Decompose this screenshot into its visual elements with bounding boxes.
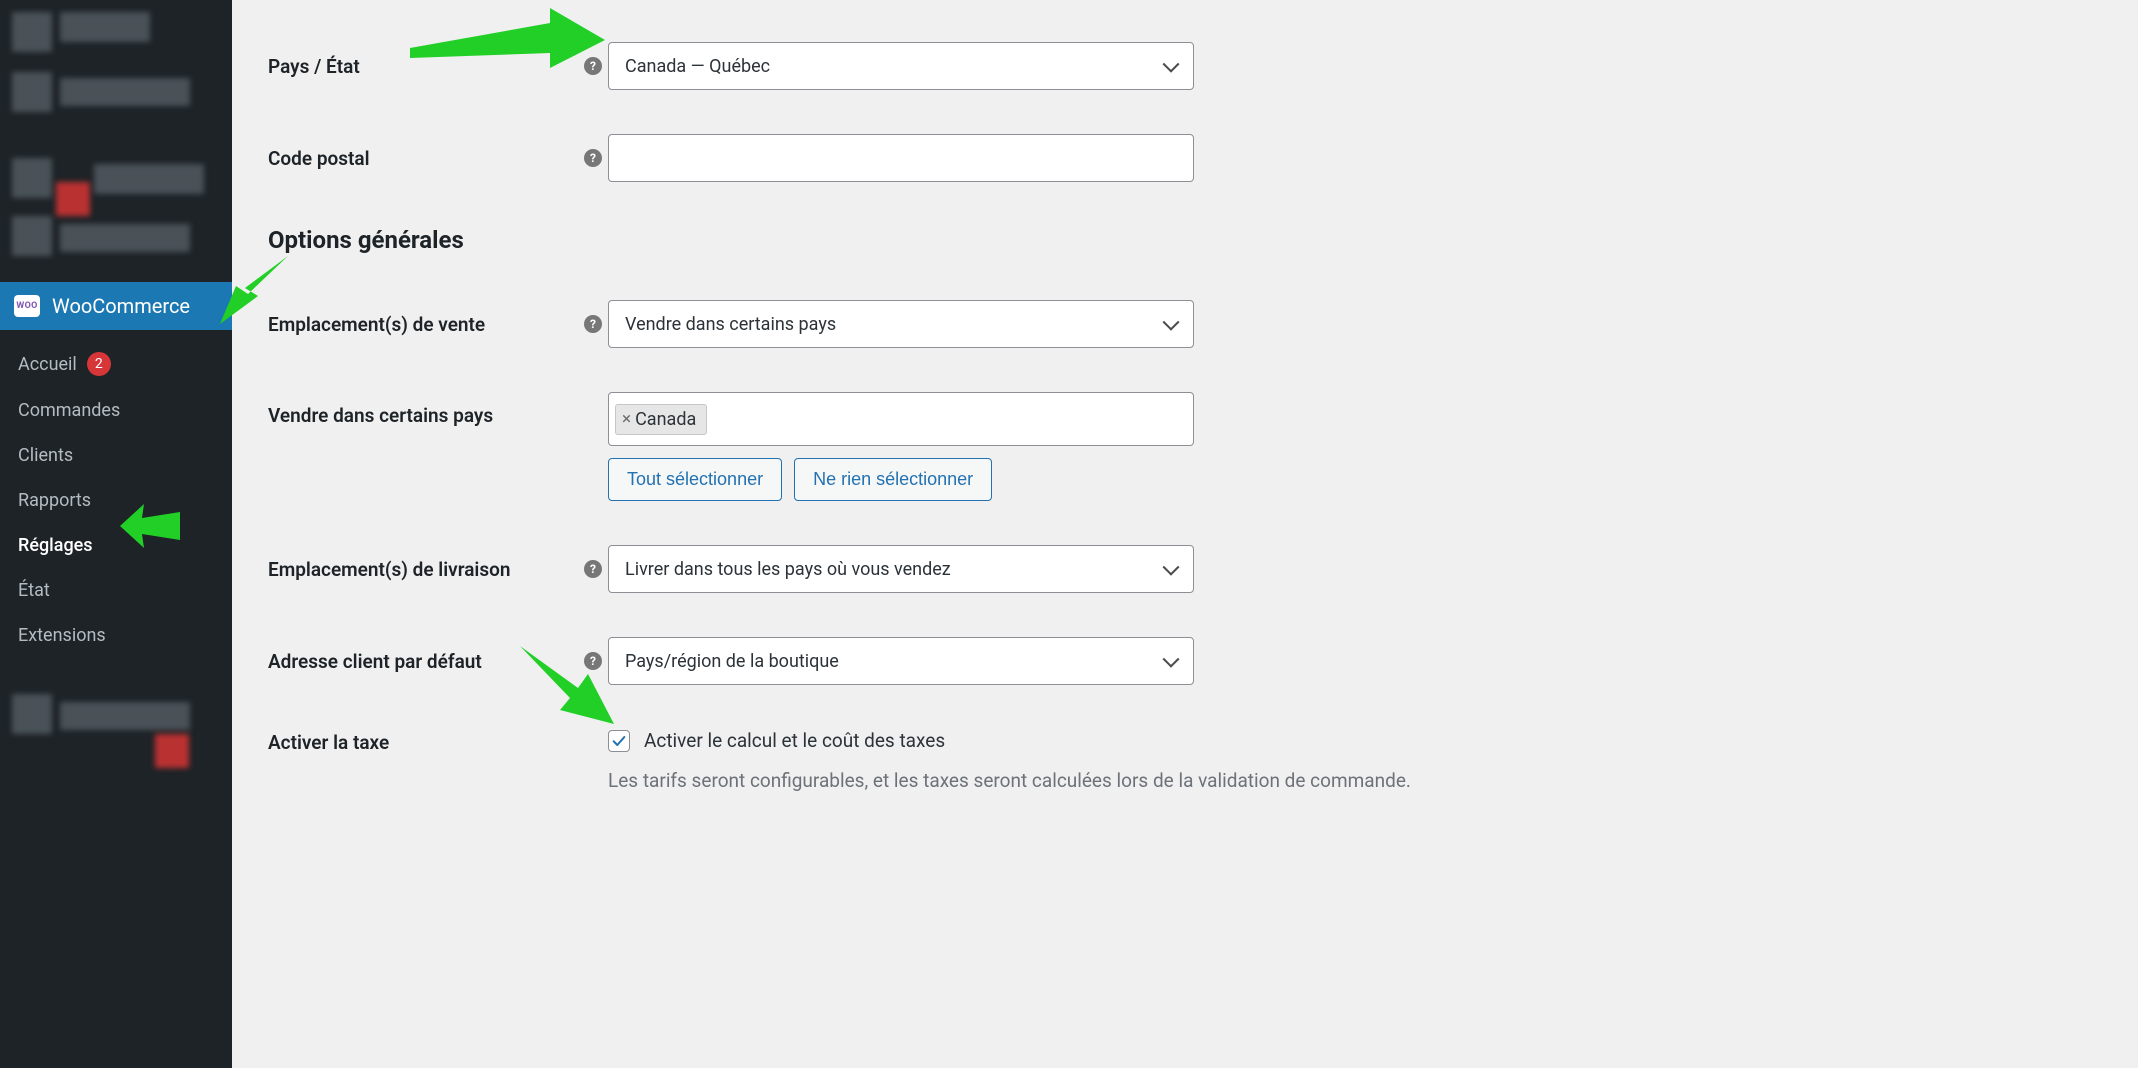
submenu-item-extensions[interactable]: Extensions — [0, 613, 232, 658]
ship-locations-label: Emplacement(s) de livraison — [268, 558, 578, 581]
row-postal-code: Code postal ? — [268, 134, 2118, 182]
country-state-value: Canada — Québec — [625, 56, 770, 77]
country-chip: × Canada — [615, 404, 707, 435]
sidebar-pixelated-bottom — [0, 672, 232, 802]
remove-chip-icon[interactable]: × — [622, 409, 631, 429]
row-enable-tax: Activer la taxe Activer le calcul et le … — [268, 729, 2118, 795]
chip-label: Canada — [635, 409, 696, 430]
row-sell-countries: Vendre dans certains pays × Canada Tout … — [268, 392, 2118, 501]
sidebar-pixelated-top — [0, 0, 232, 282]
row-country-state: Pays / État ? Canada — Québec — [268, 42, 2118, 90]
row-default-address: Adresse client par défaut ? Pays/région … — [268, 637, 2118, 685]
select-none-button[interactable]: Ne rien sélectionner — [794, 458, 992, 501]
sidebar-woocommerce-label: WooCommerce — [52, 294, 190, 318]
help-icon[interactable]: ? — [584, 315, 602, 333]
enable-tax-description: Les tarifs seront configurables, et les … — [608, 766, 1528, 795]
enable-tax-checkbox[interactable] — [608, 730, 630, 752]
submenu-label: Accueil — [18, 354, 77, 375]
enable-tax-label: Activer la taxe — [268, 729, 578, 754]
country-state-label: Pays / État — [268, 55, 578, 78]
check-icon — [611, 733, 627, 749]
section-general-options: Options générales — [268, 226, 2118, 254]
submenu-label: Extensions — [18, 625, 106, 646]
woocommerce-logo-badge: WOO — [14, 295, 40, 317]
default-address-label: Adresse client par défaut — [268, 650, 578, 673]
settings-content: Pays / État ? Canada — Québec Code posta… — [232, 0, 2138, 1068]
sell-locations-select[interactable]: Vendre dans certains pays — [608, 300, 1194, 348]
submenu-item-commandes[interactable]: Commandes — [0, 388, 232, 433]
postal-code-input[interactable] — [608, 134, 1194, 182]
submenu-label: Clients — [18, 445, 73, 466]
admin-sidebar: WOO WooCommerce Accueil 2 Commandes Clie… — [0, 0, 232, 1068]
enable-tax-checkbox-label: Activer le calcul et le coût des taxes — [644, 729, 945, 752]
count-badge: 2 — [87, 352, 111, 376]
submenu-item-reglages[interactable]: Réglages — [0, 523, 232, 568]
help-icon[interactable]: ? — [584, 652, 602, 670]
help-icon[interactable]: ? — [584, 560, 602, 578]
sell-countries-multiselect[interactable]: × Canada — [608, 392, 1194, 446]
submenu-label: État — [18, 580, 50, 601]
woocommerce-submenu: Accueil 2 Commandes Clients Rapports Rég… — [0, 330, 232, 672]
sell-locations-label: Emplacement(s) de vente — [268, 313, 578, 336]
default-address-value: Pays/région de la boutique — [625, 651, 839, 672]
ship-locations-select[interactable]: Livrer dans tous les pays où vous vendez — [608, 545, 1194, 593]
help-icon[interactable]: ? — [584, 57, 602, 75]
submenu-label: Rapports — [18, 490, 91, 511]
help-icon[interactable]: ? — [584, 149, 602, 167]
sell-countries-label: Vendre dans certains pays — [268, 392, 578, 427]
sidebar-item-woocommerce[interactable]: WOO WooCommerce — [0, 282, 232, 330]
submenu-label: Commandes — [18, 400, 120, 421]
submenu-label: Réglages — [18, 535, 93, 556]
country-state-select[interactable]: Canada — Québec — [608, 42, 1194, 90]
submenu-item-accueil[interactable]: Accueil 2 — [0, 340, 232, 388]
submenu-item-etat[interactable]: État — [0, 568, 232, 613]
select-all-button[interactable]: Tout sélectionner — [608, 458, 782, 501]
sell-locations-value: Vendre dans certains pays — [625, 314, 836, 335]
ship-locations-value: Livrer dans tous les pays où vous vendez — [625, 559, 951, 580]
default-address-select[interactable]: Pays/région de la boutique — [608, 637, 1194, 685]
row-sell-locations: Emplacement(s) de vente ? Vendre dans ce… — [268, 300, 2118, 348]
postal-code-label: Code postal — [268, 147, 578, 170]
submenu-item-clients[interactable]: Clients — [0, 433, 232, 478]
row-ship-locations: Emplacement(s) de livraison ? Livrer dan… — [268, 545, 2118, 593]
submenu-item-rapports[interactable]: Rapports — [0, 478, 232, 523]
